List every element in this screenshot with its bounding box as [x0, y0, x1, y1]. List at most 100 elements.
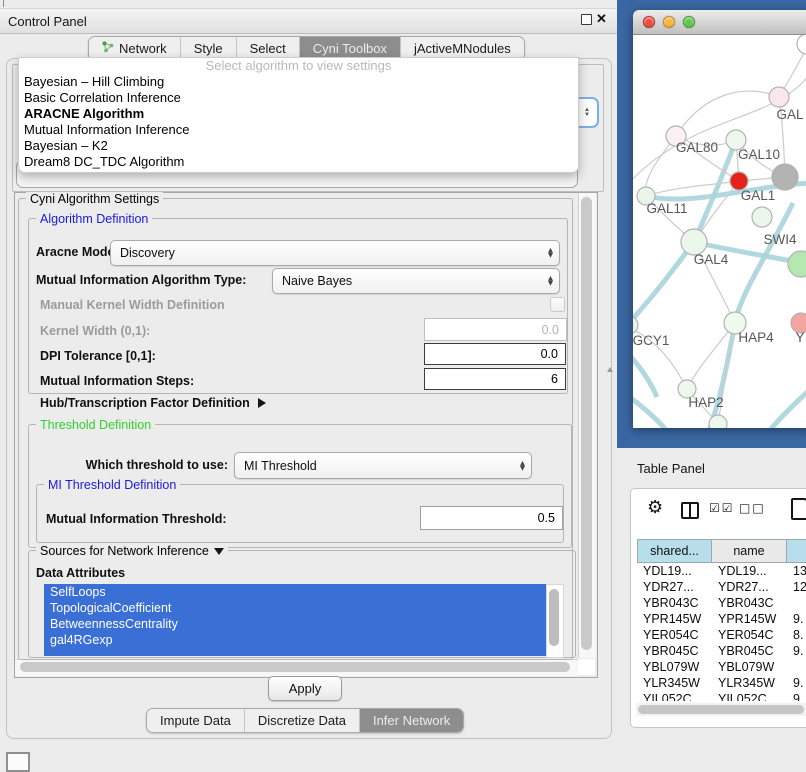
table-cell: YBR045C [712, 643, 787, 659]
network-edge-thick [633, 395, 667, 428]
node-label-hap2: HAP2 [688, 395, 723, 410]
tab-select-label: Select [250, 41, 286, 56]
combo-arrows-icon: ▲▼ [546, 276, 559, 286]
network-canvas[interactable]: GALGAL80GAL10GAL1GAL11SWI4GAL4HAP4YGCY1H… [633, 35, 806, 428]
tab-style-label: Style [194, 41, 223, 56]
table-row[interactable]: YPR145WYPR145W9. [637, 611, 806, 627]
data-attributes-list[interactable]: SelfLoopsTopologicalCoefficientBetweenne… [44, 584, 546, 656]
table-cell: 9. [787, 611, 806, 627]
table-hscroll-thumb[interactable] [638, 705, 804, 714]
apply-button[interactable]: Apply [268, 676, 342, 701]
file-icon[interactable] [791, 498, 806, 520]
gear-icon[interactable]: ⚙ [647, 497, 663, 518]
expand-arrow-icon[interactable] [258, 398, 266, 408]
which-threshold-select[interactable]: MI Threshold ▲▼ [234, 452, 532, 479]
algorithm-dropdown-popup: Select algorithm to view settings Bayesi… [18, 57, 579, 173]
node-label-gcy1: GCY1 [633, 333, 669, 348]
table-row[interactable]: YIL052CYIL052C9 [637, 691, 806, 701]
mi-threshold-field[interactable]: 0.5 [420, 506, 563, 530]
close-icon[interactable]: ✕ [596, 11, 607, 27]
table-row[interactable]: YBL079WYBL079W [637, 659, 806, 675]
table-row[interactable]: YER054CYER054C8. [637, 627, 806, 643]
kernel-width-field[interactable]: 0.0 [424, 318, 567, 341]
cyni-algorithm-settings-title: Cyni Algorithm Settings [26, 192, 163, 206]
algorithm-option-dream8-dc-tdc-algorithm[interactable]: Dream8 DC_TDC Algorithm [19, 154, 578, 170]
tab-network-label: Network [119, 41, 167, 56]
network-window[interactable]: GALGAL80GAL10GAL1GAL11SWI4GAL4HAP4YGCY1H… [633, 10, 806, 428]
which-threshold-label: Which threshold to use: [60, 458, 228, 472]
table-cell: YBL079W [637, 659, 712, 675]
node-label-gal11: GAL11 [646, 201, 687, 216]
node-label-swi4: SWI4 [763, 232, 796, 247]
aracne-mode-select[interactable]: Discovery ▲▼ [110, 240, 560, 266]
network-graph[interactable]: GALGAL80GAL10GAL1GAL11SWI4GAL4HAP4YGCY1H… [633, 35, 806, 428]
table-cell: YBR043C [712, 595, 787, 611]
splitter-arrow-icon[interactable] [607, 367, 613, 372]
network-window-titlebar[interactable] [633, 10, 806, 35]
sources-group-title[interactable]: Sources for Network Inference [36, 544, 228, 558]
algorithm-option-aracne-algorithm[interactable]: ARACNE Algorithm [19, 106, 578, 122]
table-cell: YER054C [712, 627, 787, 643]
table-cell: 12 [787, 579, 806, 595]
algorithm-option-mutual-information-inference[interactable]: Mutual Information Inference [19, 122, 578, 138]
column-header-shared[interactable]: shared... [637, 539, 712, 563]
table-panel-title: Table Panel [637, 461, 705, 476]
minimize-window-icon[interactable] [663, 16, 675, 28]
algorithm-option-bayesian-k2[interactable]: Bayesian – K2 [19, 138, 578, 154]
docked-panel-icon[interactable] [6, 752, 30, 772]
column-header-2[interactable] [787, 539, 806, 563]
table-cell: YPR145W [712, 611, 787, 627]
settings-vscroll-thumb[interactable] [581, 197, 592, 650]
table-cell: 8. [787, 627, 806, 643]
attribute-item-gal4rgexp[interactable]: gal4RGexp [44, 632, 546, 648]
attributes-vscroll-thumb[interactable] [549, 589, 559, 646]
network-node[interactable] [797, 35, 806, 54]
algorithm-definition-title: Algorithm Definition [36, 212, 152, 226]
network-node[interactable] [752, 207, 772, 227]
collapse-arrow-icon[interactable] [214, 548, 224, 555]
columns-icon[interactable] [681, 502, 699, 519]
network-node-swi4[interactable] [788, 251, 806, 277]
table-cell: 9. [787, 675, 806, 691]
dpi-tolerance-field[interactable]: 0.0 [424, 343, 566, 365]
table-row[interactable]: YDL19...YDL19...13 [637, 563, 806, 579]
table-cell: YDR27... [712, 579, 787, 595]
table-row[interactable]: YLR345WYLR345W9. [637, 675, 806, 691]
mi-type-select[interactable]: Naive Bayes ▲▼ [272, 268, 560, 294]
attribute-item-selfloops[interactable]: SelfLoops [44, 584, 546, 600]
table-cell: YIL052C [637, 691, 712, 701]
mi-type-value: Naive Bayes [273, 274, 546, 288]
manual-kernel-checkbox[interactable] [550, 297, 565, 312]
network-node[interactable] [772, 164, 798, 190]
table-cell: 9 [787, 691, 806, 701]
hub-definition-row[interactable]: Hub/Transcription Factor Definition [40, 396, 266, 410]
tab-discretize-data[interactable]: Discretize Data [245, 709, 360, 732]
node-label-gal: GAL [776, 107, 804, 122]
algorithm-option-basic-correlation-inference[interactable]: Basic Correlation Inference [19, 90, 578, 106]
attribute-item-betweennesscentrality[interactable]: BetweennessCentrality [44, 616, 546, 632]
float-window-icon[interactable] [581, 14, 592, 25]
data-attributes-label: Data Attributes [36, 566, 125, 580]
mi-steps-field[interactable]: 6 [424, 368, 566, 390]
deselect-all-icon[interactable]: □□ [739, 501, 766, 515]
table-header-row: shared...name [637, 539, 806, 563]
table-row[interactable]: YBR043CYBR043C [637, 595, 806, 611]
table-row[interactable]: YBR045CYBR045C9. [637, 643, 806, 659]
attribute-item-topologicalcoefficient[interactable]: TopologicalCoefficient [44, 600, 546, 616]
node-label-gal10: GAL10 [738, 147, 780, 162]
algorithm-combo-focus-ring[interactable]: ▲▼ [577, 97, 599, 128]
select-all-icon[interactable]: ☑☑ [709, 501, 735, 515]
close-window-icon[interactable] [643, 16, 655, 28]
network-edge-thick [633, 242, 694, 325]
table-row[interactable]: YDR27...YDR27...12 [637, 579, 806, 595]
table-cell: YDR27... [637, 579, 712, 595]
tab-infer-network[interactable]: Infer Network [360, 709, 463, 732]
tab-impute-data[interactable]: Impute Data [147, 709, 245, 732]
zoom-window-icon[interactable] [683, 16, 695, 28]
settings-hscroll-thumb[interactable] [20, 662, 570, 672]
combo-arrows-icon: ▲▼ [546, 248, 559, 258]
network-node-gal[interactable] [769, 87, 789, 107]
column-header-name[interactable]: name [712, 539, 787, 563]
algorithm-option-bayesian-hill-climbing[interactable]: Bayesian – Hill Climbing [19, 74, 578, 90]
network-node[interactable] [709, 415, 727, 428]
